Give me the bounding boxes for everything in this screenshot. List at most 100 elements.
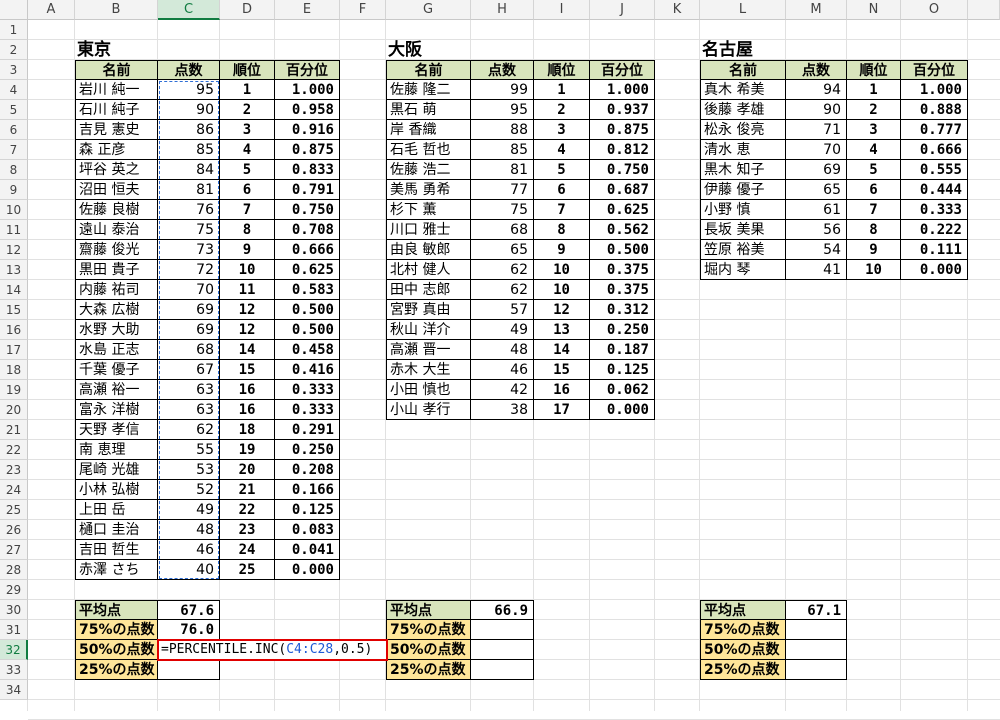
table-cell[interactable]: 田中 志郎 <box>386 280 471 300</box>
table-cell[interactable]: 千葉 優子 <box>75 360 158 380</box>
table-cell[interactable]: 85 <box>471 140 534 160</box>
row-header-4[interactable]: 4 <box>0 80 28 100</box>
table-cell[interactable]: 16 <box>220 400 275 420</box>
header-pct[interactable]: 百分位 <box>275 60 340 80</box>
table-cell[interactable]: 0.708 <box>275 220 340 240</box>
spreadsheet[interactable]: A B C D E F G H I J K L M N O 1 2 3 4 5 6 7 8 9 10 11 12 13 14 15 16 17… <box>0 0 1000 720</box>
table-cell[interactable]: 70 <box>786 140 847 160</box>
summary-label-p25[interactable]: 25%の点数 <box>700 660 786 680</box>
row-header-22[interactable]: 22 <box>0 440 28 460</box>
table-cell[interactable]: 0.583 <box>275 280 340 300</box>
table-cell[interactable]: 樋口 圭治 <box>75 520 158 540</box>
column-header-blank[interactable] <box>968 0 1000 20</box>
table-cell[interactable]: 77 <box>471 180 534 200</box>
table-cell[interactable]: 0.555 <box>901 160 968 180</box>
row-header-19[interactable]: 19 <box>0 380 28 400</box>
header-score[interactable]: 点数 <box>158 60 220 80</box>
column-header-I[interactable]: I <box>534 0 590 20</box>
table-cell[interactable]: 10 <box>534 260 590 280</box>
table-cell[interactable]: 1.000 <box>901 80 968 100</box>
header-name[interactable]: 名前 <box>75 60 158 80</box>
summary-label-p50[interactable]: 50%の点数 <box>75 640 158 660</box>
table-cell[interactable]: 赤木 大生 <box>386 360 471 380</box>
table-cell[interactable]: 15 <box>534 360 590 380</box>
table-cell[interactable]: 57 <box>471 300 534 320</box>
table-cell[interactable]: 19 <box>220 440 275 460</box>
table-cell[interactable]: 1 <box>847 80 901 100</box>
select-all-corner[interactable] <box>0 0 28 20</box>
table-cell[interactable]: 2 <box>534 100 590 120</box>
table-cell[interactable]: 0.625 <box>275 260 340 280</box>
table-cell[interactable]: 14 <box>534 340 590 360</box>
table-cell[interactable]: 水島 正志 <box>75 340 158 360</box>
column-header-N[interactable]: N <box>847 0 901 20</box>
table-cell[interactable]: 尾崎 光雄 <box>75 460 158 480</box>
row-header-6[interactable]: 6 <box>0 120 28 140</box>
table-cell[interactable]: 9 <box>534 240 590 260</box>
table-cell[interactable]: 17 <box>534 400 590 420</box>
table-cell[interactable]: 3 <box>534 120 590 140</box>
column-header-A[interactable]: A <box>28 0 75 20</box>
table-cell[interactable]: 94 <box>786 80 847 100</box>
table-cell[interactable]: 小田 慎也 <box>386 380 471 400</box>
table-cell[interactable]: 0.041 <box>275 540 340 560</box>
table-cell[interactable]: 0.416 <box>275 360 340 380</box>
table-cell[interactable]: 48 <box>471 340 534 360</box>
table-cell[interactable]: 9 <box>847 240 901 260</box>
summary-value-p75[interactable] <box>786 620 847 640</box>
table-cell[interactable]: 2 <box>847 100 901 120</box>
summary-label-p75[interactable]: 75%の点数 <box>700 620 786 640</box>
row-header-17[interactable]: 17 <box>0 340 28 360</box>
table-cell[interactable]: 沼田 恒夫 <box>75 180 158 200</box>
table-cell[interactable]: 真木 希美 <box>700 80 786 100</box>
table-cell[interactable]: 10 <box>220 260 275 280</box>
column-header-E[interactable]: E <box>275 0 340 20</box>
row-header-29[interactable]: 29 <box>0 580 28 600</box>
row-header-15[interactable]: 15 <box>0 300 28 320</box>
table-cell[interactable]: 7 <box>847 200 901 220</box>
table-cell[interactable]: 5 <box>534 160 590 180</box>
table-cell[interactable]: 23 <box>220 520 275 540</box>
table-cell[interactable]: 38 <box>471 400 534 420</box>
summary-label-p25[interactable]: 25%の点数 <box>75 660 158 680</box>
table-cell[interactable]: 小山 孝行 <box>386 400 471 420</box>
table-cell[interactable]: 10 <box>847 260 901 280</box>
table-cell[interactable]: 0.937 <box>590 100 655 120</box>
summary-label-avg[interactable]: 平均点 <box>386 600 471 620</box>
summary-value-p50[interactable] <box>471 640 534 660</box>
table-cell[interactable]: 黒石 萌 <box>386 100 471 120</box>
table-cell[interactable]: 秋山 洋介 <box>386 320 471 340</box>
table-cell[interactable]: 68 <box>471 220 534 240</box>
table-cell[interactable]: 69 <box>786 160 847 180</box>
table-cell[interactable]: 笠原 裕美 <box>700 240 786 260</box>
table-cell[interactable]: 5 <box>220 160 275 180</box>
table-cell[interactable]: 4 <box>534 140 590 160</box>
column-header-B[interactable]: B <box>75 0 158 20</box>
table-cell[interactable]: 松永 俊亮 <box>700 120 786 140</box>
table-cell[interactable]: 6 <box>534 180 590 200</box>
table-cell[interactable]: 0.333 <box>901 200 968 220</box>
table-cell[interactable]: 佐藤 浩二 <box>386 160 471 180</box>
header-pct[interactable]: 百分位 <box>590 60 655 80</box>
summary-value-avg[interactable]: 67.1 <box>786 600 847 620</box>
row-header-14[interactable]: 14 <box>0 280 28 300</box>
row-header-31[interactable]: 31 <box>0 620 28 640</box>
summary-label-p75[interactable]: 75%の点数 <box>75 620 158 640</box>
table-cell[interactable]: 0.222 <box>901 220 968 240</box>
table-cell[interactable]: 0.125 <box>590 360 655 380</box>
header-rank[interactable]: 順位 <box>220 60 275 80</box>
table-cell[interactable]: 4 <box>847 140 901 160</box>
table-cell[interactable]: 7 <box>534 200 590 220</box>
column-header-K[interactable]: K <box>655 0 700 20</box>
table-cell[interactable]: 0.958 <box>275 100 340 120</box>
table-cell[interactable]: 大森 広樹 <box>75 300 158 320</box>
table-cell[interactable]: 14 <box>220 340 275 360</box>
table-cell[interactable]: 65 <box>786 180 847 200</box>
row-header-3[interactable]: 3 <box>0 60 28 80</box>
table-cell[interactable]: 0.562 <box>590 220 655 240</box>
table-cell[interactable]: 20 <box>220 460 275 480</box>
column-header-G[interactable]: G <box>386 0 471 20</box>
header-rank[interactable]: 順位 <box>847 60 901 80</box>
row-header-1[interactable]: 1 <box>0 20 28 40</box>
table-cell[interactable]: 2 <box>220 100 275 120</box>
